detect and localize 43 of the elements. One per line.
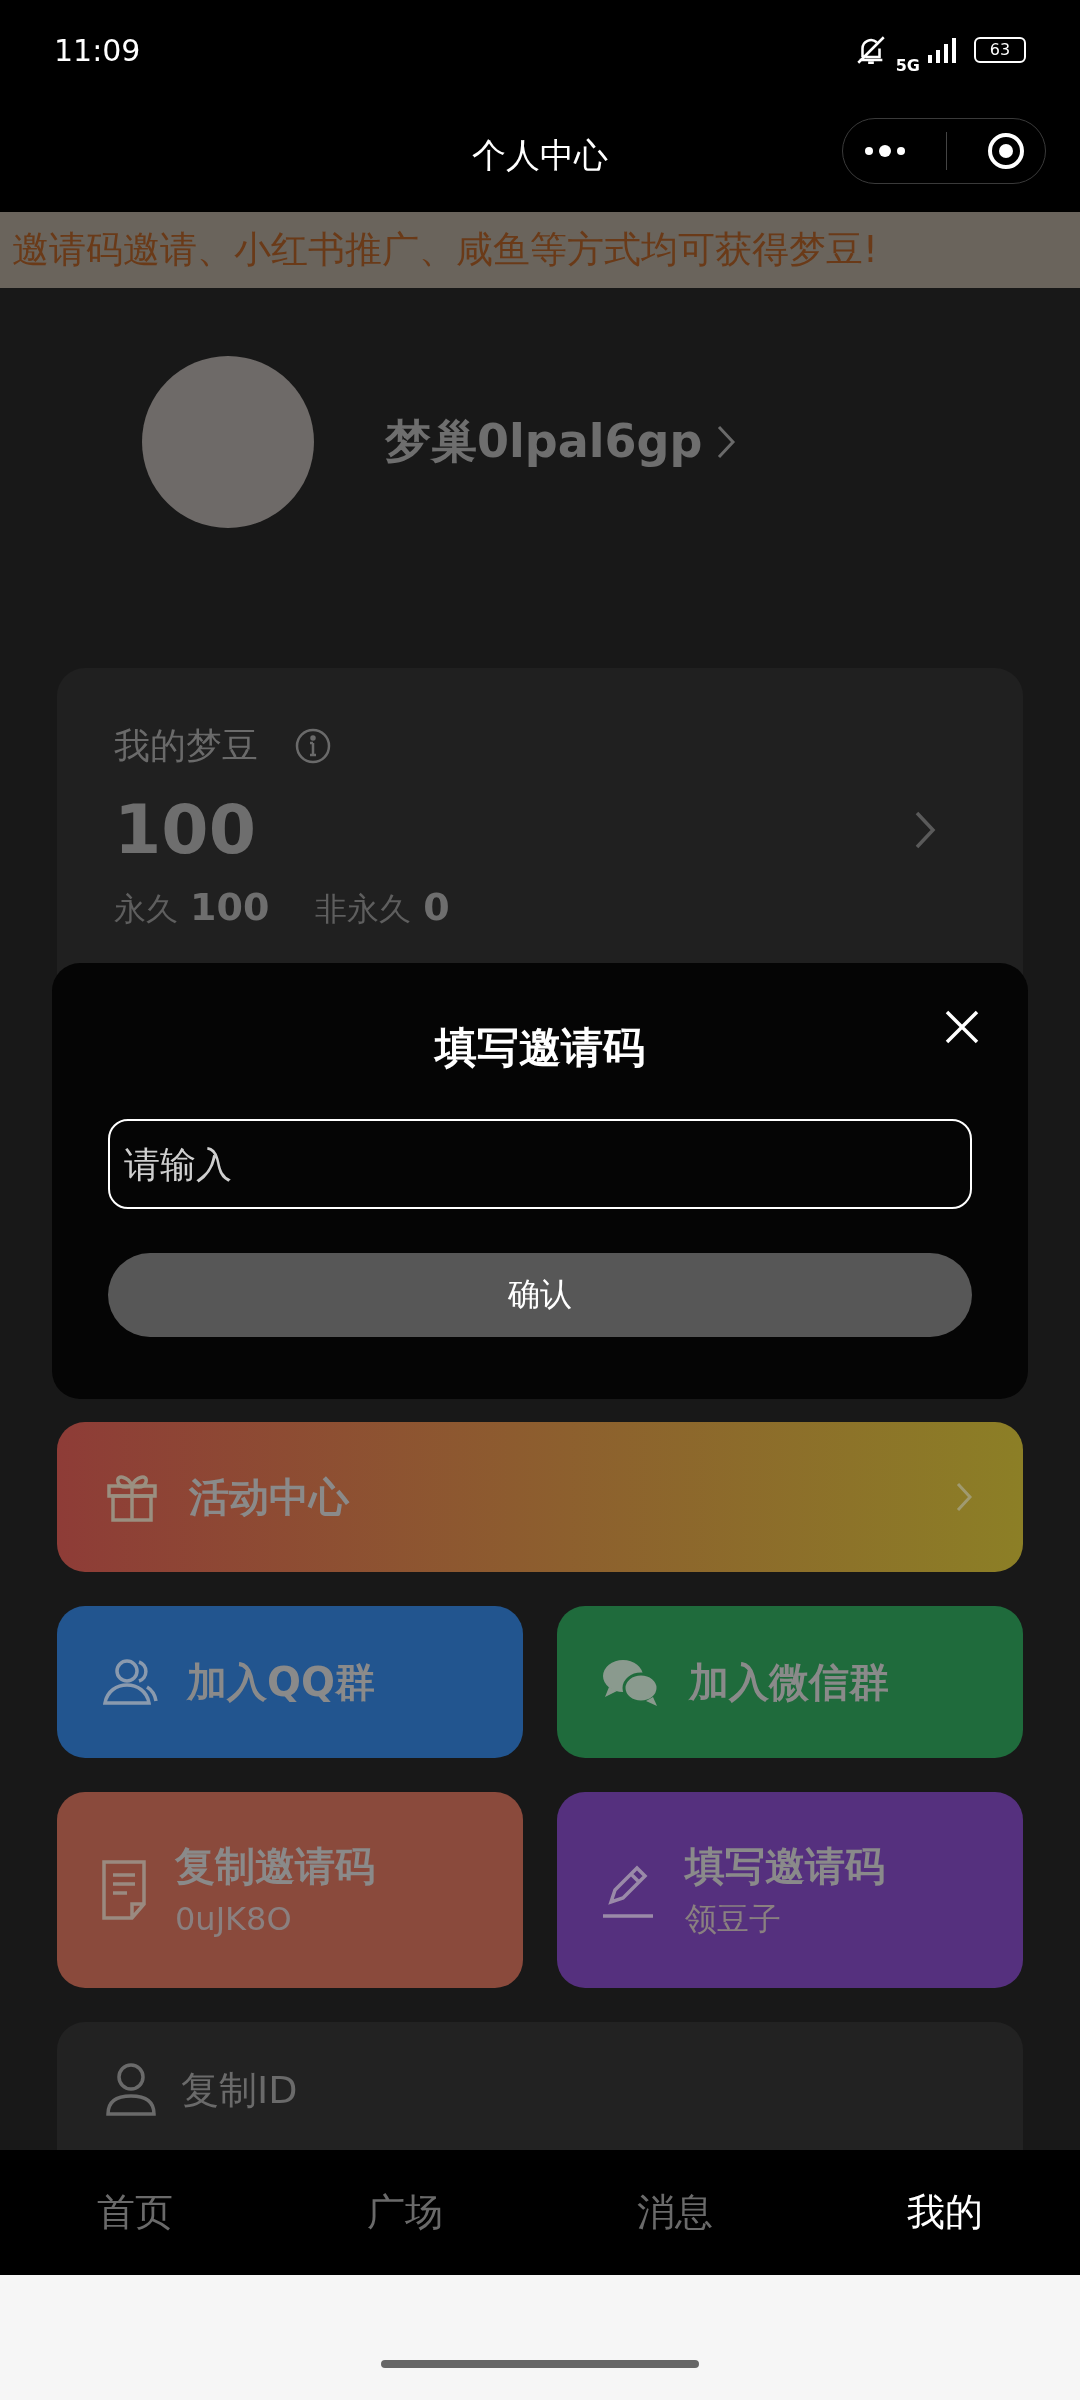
chevron-right-icon — [716, 424, 737, 460]
page-title: 个人中心 — [472, 134, 608, 177]
dialog-title: 填写邀请码 — [435, 1023, 645, 1074]
temporary-value: 0 — [423, 884, 450, 931]
card-subtitle: 0uJK8O — [175, 1899, 293, 1939]
card-title: 活动中心 — [189, 1473, 349, 1521]
battery-level: 63 — [989, 42, 1011, 58]
tab[interactable]: 我的 — [907, 2187, 983, 2238]
tab[interactable]: 首页 — [97, 2187, 173, 2238]
more-icon[interactable] — [862, 144, 907, 158]
chevron-right-icon[interactable] — [914, 810, 936, 850]
action-card[interactable]: 加入QQ群 — [57, 1606, 523, 1758]
action-card[interactable]: 加入微信群 — [557, 1606, 1023, 1758]
invite-code-field[interactable]: 请输入 — [108, 1119, 972, 1210]
signal-icon — [928, 37, 958, 63]
document-icon — [101, 1859, 147, 1921]
card-title: 复制邀请码 — [175, 1841, 375, 1890]
close-target-icon[interactable] — [987, 132, 1026, 170]
card-subtitle: 领豆子 — [685, 1899, 782, 1939]
status-time: 11:09 — [54, 32, 141, 68]
tab[interactable]: 广场 — [367, 2187, 443, 2238]
person-icon — [105, 2062, 157, 2118]
action-card[interactable]: 复制邀请码 0uJK8O — [57, 1792, 523, 1988]
temporary-label: 非永久 — [315, 889, 412, 929]
confirm-button[interactable]: 确认 — [108, 1253, 972, 1338]
card-title: 加入微信群 — [689, 1658, 889, 1706]
info-icon[interactable] — [294, 726, 332, 765]
network-type: 5G — [895, 55, 920, 75]
tab[interactable]: 消息 — [637, 2187, 713, 2238]
card-title: 填写邀请码 — [685, 1841, 885, 1890]
beans-label: 我的梦豆 — [114, 724, 258, 768]
profile-name[interactable]: 梦巢0lpal6gp — [385, 414, 703, 470]
close-icon[interactable] — [944, 1009, 980, 1045]
permanent-value: 100 — [190, 884, 270, 931]
activity-card[interactable]: 活动中心 — [57, 1422, 1023, 1572]
chevron-right-icon — [955, 1481, 973, 1513]
notice-text: 邀请码邀请、小红书推广、咸鱼等方式均可获得梦豆! — [12, 227, 878, 273]
action-card[interactable]: 填写邀请码 领豆子 — [557, 1792, 1023, 1988]
card-title: 加入QQ群 — [187, 1658, 375, 1706]
permanent-label: 永久 — [114, 889, 178, 929]
menu-item[interactable]: 复制ID — [181, 2064, 298, 2116]
beans-total: 100 — [114, 789, 256, 871]
people-icon — [101, 1657, 159, 1707]
